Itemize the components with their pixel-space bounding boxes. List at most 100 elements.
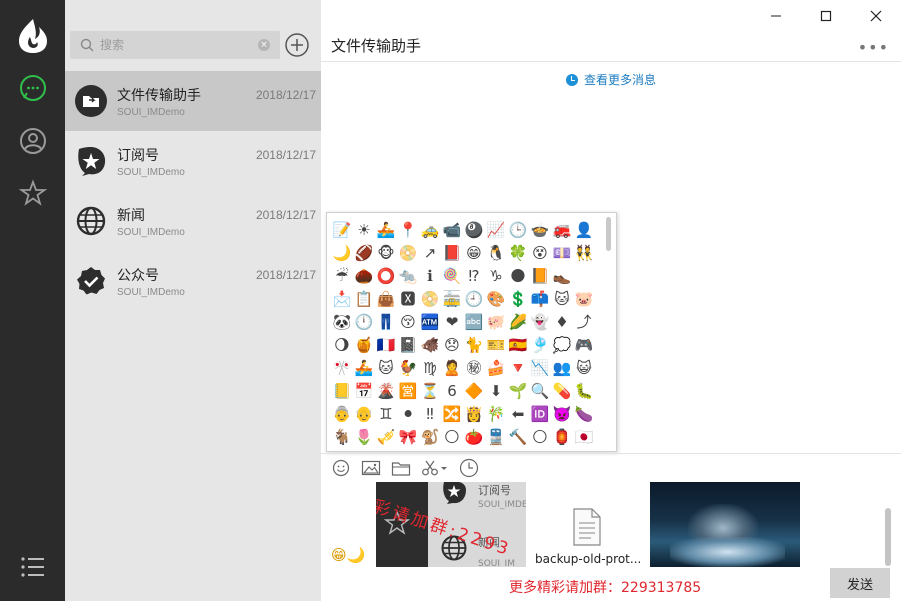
emoji-item[interactable]: 👴 bbox=[353, 403, 375, 426]
screenshot-button[interactable] bbox=[421, 458, 449, 478]
maximize-button[interactable] bbox=[801, 0, 851, 32]
emoji-item[interactable]: 🍲 bbox=[529, 219, 551, 242]
emoji-item[interactable]: 🐒 bbox=[419, 426, 441, 449]
emoji-item[interactable]: 🌖 bbox=[331, 334, 353, 357]
emoji-item[interactable]: ℹ bbox=[419, 265, 441, 288]
emoji-item[interactable]: 👯 bbox=[573, 242, 595, 265]
emoji-item[interactable]: 🎐 bbox=[529, 334, 551, 357]
emoji-item[interactable]: 🍅 bbox=[463, 426, 485, 449]
emoji-item[interactable]: 📈 bbox=[485, 219, 507, 242]
emoji-item[interactable]: 🆇 bbox=[397, 288, 419, 311]
emoji-item[interactable]: ☔ bbox=[331, 265, 353, 288]
emoji-item[interactable]: 🚕 bbox=[419, 219, 441, 242]
minimize-button[interactable] bbox=[751, 0, 801, 32]
emoji-item[interactable]: 📕 bbox=[441, 242, 463, 265]
emoji-item[interactable]: 🐵 bbox=[375, 242, 397, 265]
emoji-item[interactable]: 🌰 bbox=[353, 265, 375, 288]
clear-search-icon[interactable]: × bbox=[258, 39, 270, 51]
emoji-item[interactable]: ☀ bbox=[353, 219, 375, 242]
emoji-item[interactable]: 👵 bbox=[331, 403, 353, 426]
emoji-item[interactable]: 🙎 bbox=[441, 357, 463, 380]
emoji-item[interactable]: 🕛 bbox=[353, 311, 375, 334]
emoji-item[interactable]: ♦ bbox=[551, 311, 573, 334]
emoji-item[interactable]: 👖 bbox=[375, 311, 397, 334]
emoji-item[interactable]: 🎨 bbox=[485, 288, 507, 311]
emoji-item[interactable]: 📙 bbox=[529, 265, 551, 288]
emoji-item[interactable]: 😚 bbox=[397, 311, 419, 334]
history-button[interactable] bbox=[459, 458, 479, 478]
chat-nav-button[interactable] bbox=[17, 72, 49, 104]
emoji-item[interactable]: 🐖 bbox=[485, 311, 507, 334]
emoji-item[interactable]: 🌽 bbox=[507, 311, 529, 334]
emoji-item[interactable]: 📅 bbox=[353, 380, 375, 403]
emoji-item[interactable]: 🐛 bbox=[573, 380, 595, 403]
conversation-item-file-transfer[interactable]: 文件传输助手 SOUI_IMDemo 2018/12/17 bbox=[65, 71, 321, 131]
emoji-item[interactable]: 👥 bbox=[551, 357, 573, 380]
emoji-item[interactable]: 🔤 bbox=[463, 311, 485, 334]
emoji-item[interactable]: 👞 bbox=[551, 265, 573, 288]
emoji-item[interactable]: 👜 bbox=[375, 288, 397, 311]
emoji-item[interactable]: 🐀 bbox=[397, 265, 419, 288]
emoji-item[interactable]: 🐼 bbox=[331, 311, 353, 334]
emoji-item[interactable]: 🔨 bbox=[507, 426, 529, 449]
document-file-icon[interactable] bbox=[571, 508, 603, 546]
emoji-item[interactable]: 🐱 bbox=[375, 357, 397, 380]
emoji-item[interactable]: 💷 bbox=[551, 242, 573, 265]
emoji-item[interactable]: 👸 bbox=[463, 403, 485, 426]
emoji-item[interactable]: ❤ bbox=[441, 311, 463, 334]
emoji-item[interactable]: 🎮 bbox=[573, 334, 595, 357]
emoji-item[interactable]: 🔶 bbox=[463, 380, 485, 403]
emoji-item[interactable]: 👤 bbox=[573, 219, 595, 242]
main-menu-button[interactable] bbox=[17, 551, 49, 583]
emoji-item[interactable]: 😞 bbox=[441, 334, 463, 357]
emoji-item[interactable]: 🐐 bbox=[331, 426, 353, 449]
emoji-item[interactable]: 📝 bbox=[331, 219, 353, 242]
emoji-item[interactable]: ♍ bbox=[419, 357, 441, 380]
image-attachment-thumbnail[interactable] bbox=[650, 482, 800, 567]
emoji-item[interactable]: 🎺 bbox=[375, 426, 397, 449]
emoji-item[interactable]: 📹 bbox=[441, 219, 463, 242]
emoji-item[interactable]: 👻 bbox=[529, 311, 551, 334]
emoji-item[interactable]: 🚆 bbox=[485, 426, 507, 449]
emoji-item[interactable]: 📓 bbox=[397, 334, 419, 357]
emoji-item[interactable]: 🍀 bbox=[507, 242, 529, 265]
emoji-item[interactable]: 🍆 bbox=[573, 403, 595, 426]
emoji-item[interactable]: 🚋 bbox=[441, 288, 463, 311]
emoji-item[interactable]: 🎀 bbox=[397, 426, 419, 449]
emoji-item[interactable]: 🚣 bbox=[353, 357, 375, 380]
emoji-item[interactable]: 🐈 bbox=[463, 334, 485, 357]
emoji-item[interactable]: ⬇ bbox=[485, 380, 507, 403]
favorites-nav-button[interactable] bbox=[17, 177, 49, 209]
emoji-item[interactable]: 🇯🇵 bbox=[573, 426, 595, 449]
emoji-item[interactable]: ↗ bbox=[419, 242, 441, 265]
emoji-item[interactable]: 🇪🇸 bbox=[507, 334, 529, 357]
emoji-item[interactable]: 📀 bbox=[397, 242, 419, 265]
emoji-item[interactable]: 📩 bbox=[331, 288, 353, 311]
emoji-item[interactable]: 🌕 bbox=[529, 426, 551, 449]
emoji-item[interactable]: ⤴ bbox=[573, 311, 595, 334]
emoji-item[interactable]: 🍭 bbox=[441, 265, 463, 288]
emoji-item[interactable]: 🏧 bbox=[419, 311, 441, 334]
emoji-item[interactable]: 🐓 bbox=[397, 357, 419, 380]
emoji-item[interactable]: 🍯 bbox=[353, 334, 375, 357]
emoji-item[interactable]: 🌑 bbox=[507, 265, 529, 288]
emoji-item[interactable]: 📉 bbox=[529, 357, 551, 380]
emoji-item[interactable]: 🐱 bbox=[551, 288, 573, 311]
screenshot-thumbnail[interactable]: 订阅号 SOUI_IMDE 新闻 SOUI_IM 彩请加群:2293 bbox=[376, 482, 526, 567]
emoji-item[interactable]: 🌋 bbox=[375, 380, 397, 403]
emoji-item[interactable]: 🍰 bbox=[485, 357, 507, 380]
emoji-item[interactable]: 💊 bbox=[551, 380, 573, 403]
conversation-item-official[interactable]: 公众号 SOUI_IMDemo 2018/12/17 bbox=[65, 251, 321, 311]
emoji-item[interactable]: 🌙 bbox=[331, 242, 353, 265]
emoji-item[interactable]: 🕒 bbox=[507, 219, 529, 242]
emoji-item[interactable]: 😁 bbox=[463, 242, 485, 265]
emoji-item[interactable]: ⬅ bbox=[507, 403, 529, 426]
emoji-item[interactable]: 🐷 bbox=[573, 288, 595, 311]
emoji-item[interactable]: 📋 bbox=[353, 288, 375, 311]
emoji-item[interactable]: 😺 bbox=[573, 357, 595, 380]
emoji-item[interactable]: 📒 bbox=[331, 380, 353, 403]
emoji-item[interactable]: 🐧 bbox=[485, 242, 507, 265]
emoji-item[interactable]: ♑ bbox=[485, 265, 507, 288]
contacts-nav-button[interactable] bbox=[17, 125, 49, 157]
emoji-item[interactable]: 🕘 bbox=[463, 288, 485, 311]
